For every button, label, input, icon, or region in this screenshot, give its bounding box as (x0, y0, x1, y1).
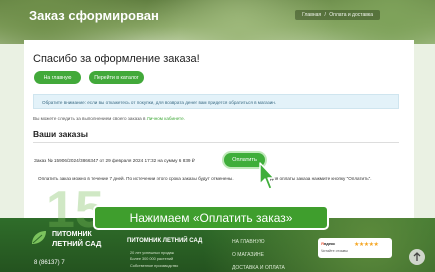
footer-nav-home[interactable]: НА ГЛАВНУЮ (232, 239, 265, 245)
scroll-up-button[interactable] (409, 249, 425, 265)
feature-item: Более 300 000 растений (130, 257, 174, 262)
rating-stars: ★★★★★ (354, 242, 379, 248)
order-summary: Заказ № 15906/2024/3866347 от 29 февраля… (34, 158, 195, 163)
footer-phone[interactable]: 8 (86137) 7 (34, 260, 65, 266)
yandex-reviews-label: Читайте отзывы (321, 249, 348, 253)
header-banner: Заказ сформирован Главная / Оплата и дос… (0, 0, 435, 44)
footer-features: 20 лет успешных продаж Более 300 000 рас… (130, 250, 178, 269)
divider (33, 142, 399, 143)
home-button[interactable]: На главную (34, 71, 81, 84)
refund-notice: Обратите внимание: если вы откажетесь от… (33, 94, 399, 109)
breadcrumb-home[interactable]: Главная (302, 12, 321, 18)
tracking-label: Вы можете следить за выполнением своего … (33, 116, 147, 121)
account-link[interactable]: Личном кабинете. (147, 116, 185, 121)
footer-logo[interactable]: ПИТОМНИК ЛЕТНИЙ САД (30, 227, 116, 249)
feature-item: Собственное производство (130, 263, 179, 268)
thanks-heading: Спасибо за оформление заказа! (33, 53, 200, 65)
footer-company: ПИТОМНИК ЛЕТНИЙ САД (127, 238, 203, 244)
leaf-icon (32, 231, 46, 244)
logo-line1: ПИТОМНИК (52, 231, 92, 238)
tracking-text: Вы можете следить за выполнением своего … (33, 116, 185, 121)
yandex-rating-widget[interactable]: Яндекс ★★★★★ Читайте отзывы (318, 238, 392, 258)
logo-line2: ЛЕТНИЙ САД (52, 239, 102, 248)
page-title: Заказ сформирован (29, 8, 159, 23)
breadcrumb-separator: / (324, 12, 326, 18)
footer-nav-delivery[interactable]: ДОСТАВКА И ОПЛАТА (232, 265, 285, 271)
yandex-brand: Яндекс (321, 241, 336, 246)
hand-pointer-icon (259, 162, 275, 190)
catalog-button[interactable]: Перейти в каталог (89, 71, 144, 84)
breadcrumb-current[interactable]: Оплата и доставка (329, 12, 373, 18)
arrow-up-icon (413, 252, 421, 261)
breadcrumb: Главная / Оплата и доставка (295, 10, 380, 20)
orders-heading: Ваши заказы (33, 129, 88, 139)
footer-nav-shop[interactable]: О МАГАЗИНЕ (232, 252, 264, 258)
instruction-caption: Нажимаем «Оплатить заказ» (93, 205, 329, 230)
pay-hint: Для оплаты заказа нажмите кнопку "Оплати… (270, 176, 372, 181)
